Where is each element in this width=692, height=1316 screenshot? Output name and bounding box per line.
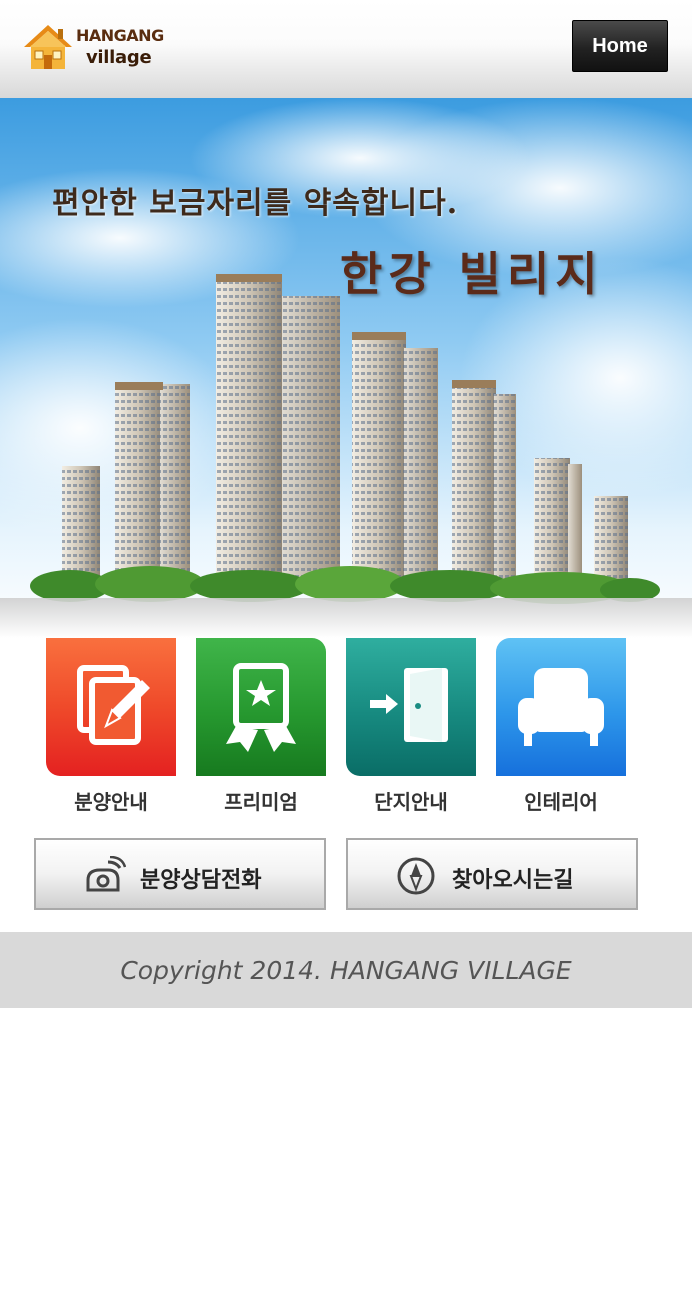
- house-logo-icon: [24, 25, 72, 69]
- menu-item-premium[interactable]: 프리미엄: [196, 638, 326, 820]
- menu-item-sales-info[interactable]: 분양안내: [46, 638, 176, 820]
- banner-brand-title: 한강 빌리지: [340, 247, 604, 301]
- armchair-icon: [518, 668, 604, 746]
- menu-item-complex-info[interactable]: 단지안내: [346, 638, 476, 820]
- sales-call-button[interactable]: 분양상담전화: [34, 838, 326, 910]
- menu-label-sales-info: 분양안내: [74, 790, 148, 814]
- sales-call-label: 분양상담전화: [140, 868, 262, 893]
- menu-item-interior[interactable]: 인테리어: [496, 638, 626, 820]
- logo-text-sub: village: [86, 47, 152, 68]
- menu-tile-complex-info[interactable]: [346, 638, 476, 776]
- logo[interactable]: HANGANG village: [22, 20, 172, 76]
- menu-label-complex-info: 단지안내: [374, 790, 448, 814]
- directions-button[interactable]: 찾아오시는길: [346, 838, 638, 910]
- ribbon-star-icon: [226, 663, 296, 752]
- home-button[interactable]: Home: [572, 20, 668, 72]
- document-pen-icon: [77, 665, 150, 745]
- header-bar: HANGANG village Home: [0, 0, 692, 98]
- door-enter-icon: [370, 668, 448, 742]
- hero-banner: 편안한 보금자리를 약속합니다. 한강 빌리지: [0, 98, 692, 638]
- phone-icon: [86, 856, 126, 892]
- menu-tile-sales-info[interactable]: [46, 638, 176, 776]
- footer-bar: Copyright 2014. HANGANG VILLAGE: [0, 932, 692, 1008]
- banner-slogan: 편안한 보금자리를 약속합니다.: [52, 186, 459, 221]
- compass-icon: [397, 857, 435, 895]
- logo-text-main: HANGANG: [76, 26, 164, 45]
- menu-label-interior: 인테리어: [524, 790, 598, 814]
- menu-label-premium: 프리미엄: [224, 790, 298, 814]
- menu-tile-premium[interactable]: [196, 638, 326, 776]
- copyright-text: Copyright 2014. HANGANG VILLAGE: [120, 955, 572, 985]
- directions-label: 찾아오시는길: [452, 868, 574, 893]
- menu-tile-interior[interactable]: [496, 638, 626, 776]
